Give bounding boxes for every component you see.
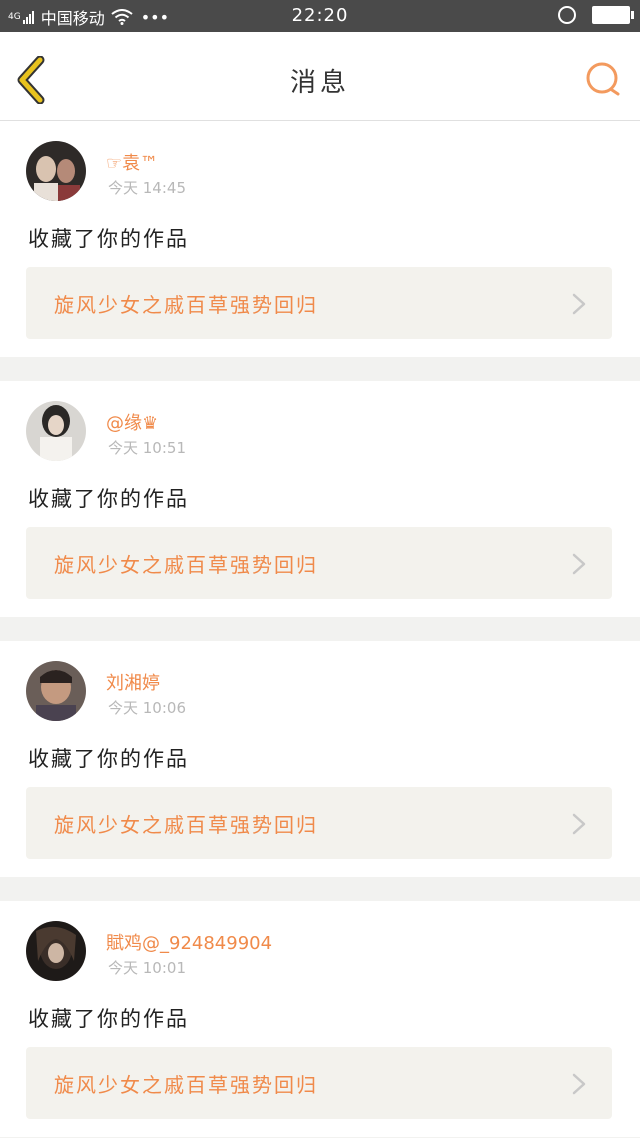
username[interactable]: 賦鸡@_924849904 [106,929,272,955]
notification-card: @缘♛ 今天 10:51 收藏了你的作品 旋风少女之戚百草强势回归 [0,381,640,617]
username[interactable]: @缘♛ [106,409,158,435]
action-text: 收藏了你的作品 [28,1007,189,1031]
avatar[interactable] [26,401,86,461]
search-button[interactable] [584,60,624,100]
action-text: 收藏了你的作品 [28,487,189,511]
page-title: 消息 [289,68,350,98]
chevron-right-icon [572,813,586,835]
clock: 22:20 [291,5,349,26]
work-link[interactable]: 旋风少女之戚百草强势回归 [26,1047,612,1119]
avatar[interactable] [26,921,86,981]
nav-bar: 消息 [0,32,640,121]
search-icon [586,62,620,96]
chevron-right-icon [572,553,586,575]
battery-icon [592,6,634,24]
work-title: 旋风少女之戚百草强势回归 [54,813,318,837]
timestamp: 今天 10:01 [108,959,186,977]
action-text: 收藏了你的作品 [28,747,189,771]
avatar[interactable] [26,141,86,201]
timestamp: 今天 10:06 [108,699,186,717]
status-bar: 4G 中国移动 ••• 22:20 [0,0,640,32]
username[interactable]: 刘湘婷 [106,669,160,695]
status-right [558,6,634,24]
notification-card: 刘湘婷 今天 10:06 收藏了你的作品 旋风少女之戚百草强势回归 [0,641,640,877]
work-link[interactable]: 旋风少女之戚百草强势回归 [26,267,612,339]
username[interactable]: ☞袁™ [106,149,158,175]
avatar[interactable] [26,661,86,721]
alarm-icon [558,6,576,24]
timestamp: 今天 10:51 [108,439,186,457]
work-title: 旋风少女之戚百草强势回归 [54,553,318,577]
timestamp: 今天 14:45 [108,179,186,197]
work-title: 旋风少女之戚百草强势回归 [54,1073,318,1097]
work-link[interactable]: 旋风少女之戚百草强势回归 [26,527,612,599]
notification-card: 賦鸡@_924849904 今天 10:01 收藏了你的作品 旋风少女之戚百草强… [0,901,640,1137]
work-title: 旋风少女之戚百草强势回归 [54,293,318,317]
work-link[interactable]: 旋风少女之戚百草强势回归 [26,787,612,859]
notification-card: ☞袁™ 今天 14:45 收藏了你的作品 旋风少女之戚百草强势回归 [0,121,640,357]
action-text: 收藏了你的作品 [28,227,189,251]
chevron-right-icon [572,293,586,315]
chevron-right-icon [572,1073,586,1095]
